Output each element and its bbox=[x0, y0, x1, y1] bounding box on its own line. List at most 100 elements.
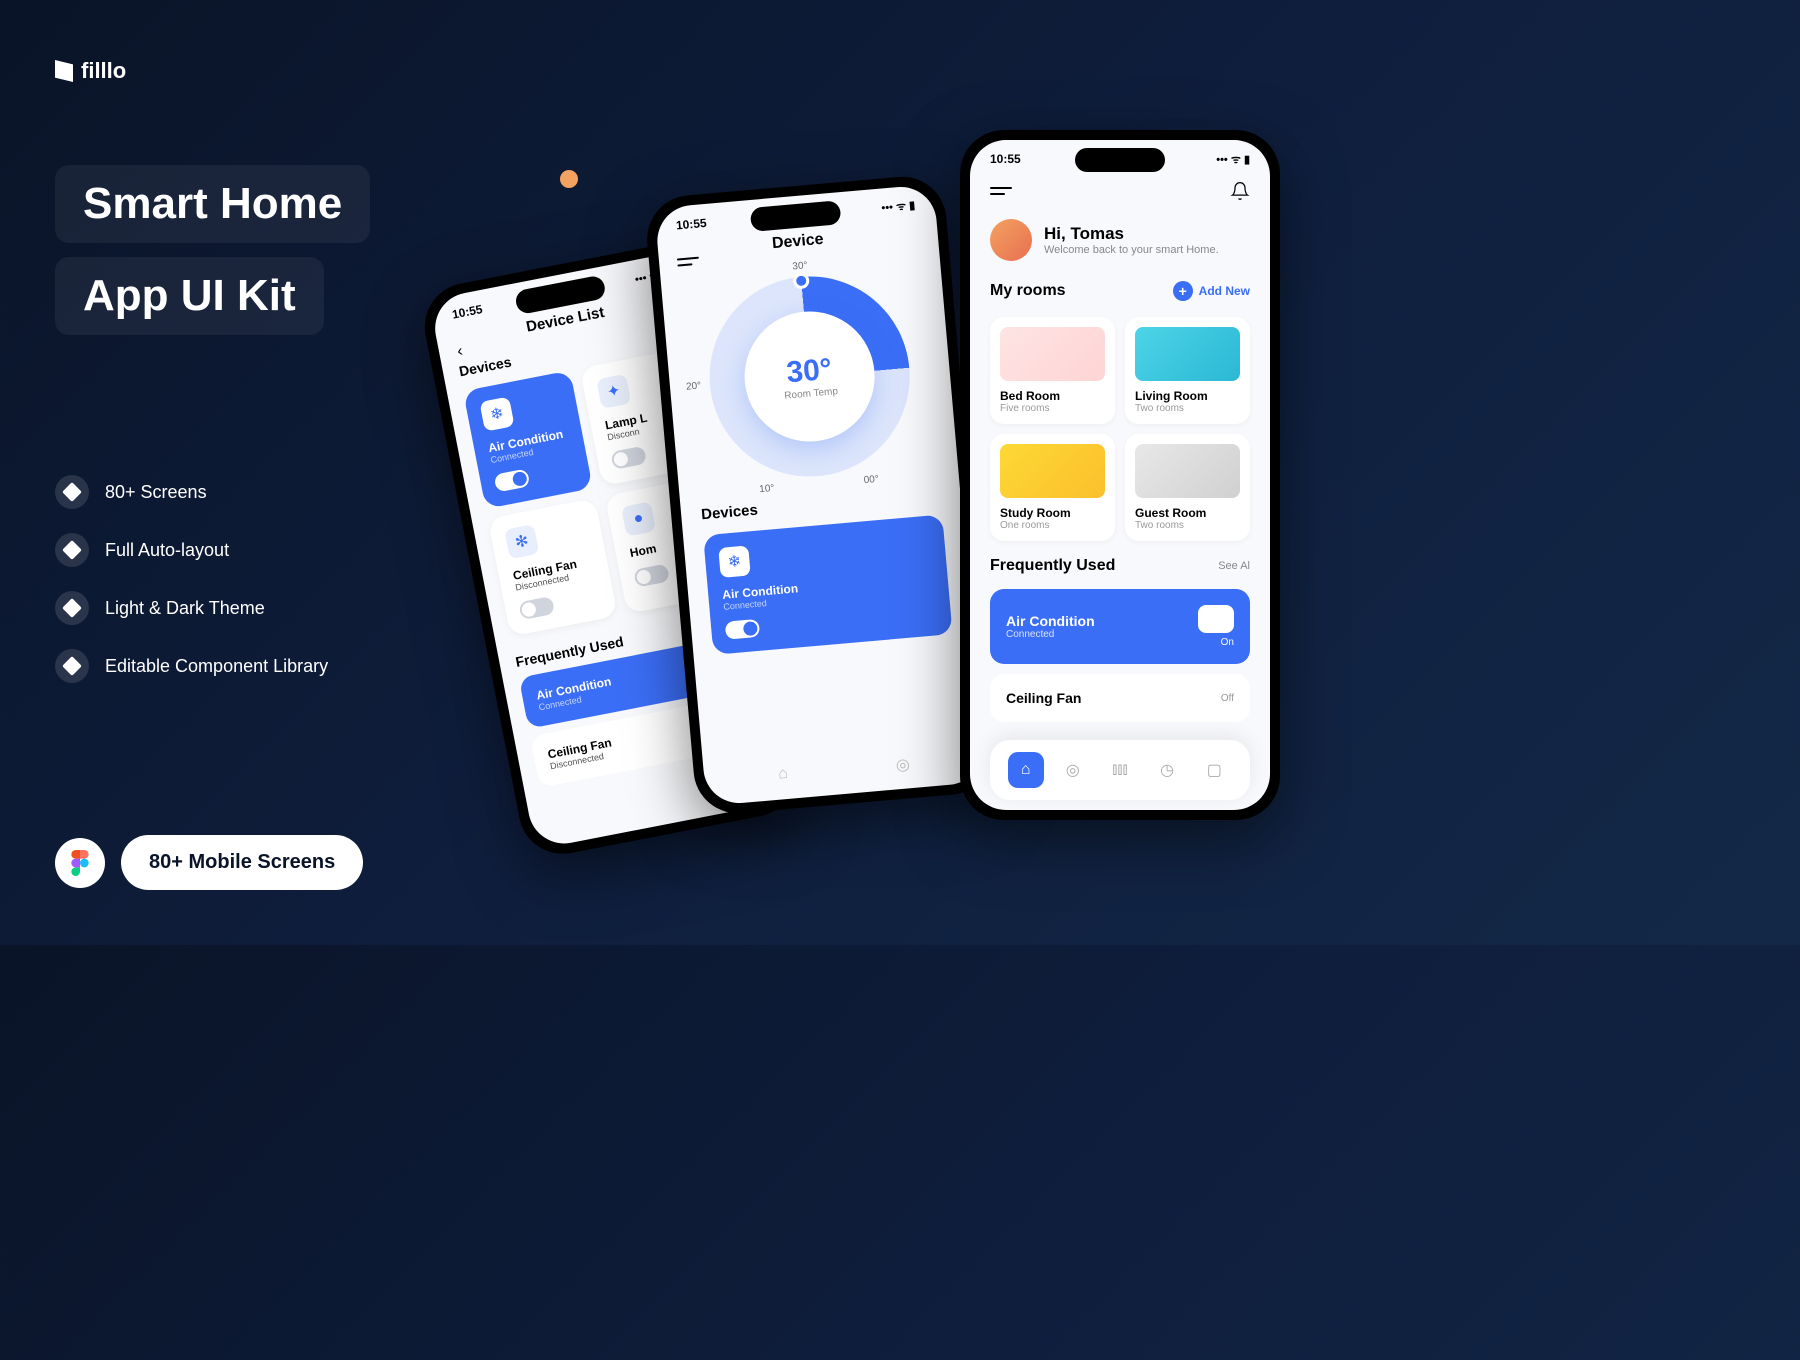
freq-list: Air ConditionConnected On Ceiling Fan Of… bbox=[970, 581, 1270, 740]
lamp-icon: ✦ bbox=[596, 374, 631, 409]
room-sub: Five rooms bbox=[1000, 403, 1105, 414]
menu-button[interactable] bbox=[990, 183, 1012, 199]
nav-timer[interactable]: ◷ bbox=[1149, 752, 1185, 788]
room-card[interactable]: Living RoomTwo rooms bbox=[1125, 317, 1250, 424]
nav-stats[interactable]: ⫾⫾⫾ bbox=[1102, 752, 1138, 788]
headline-line1: Smart Home bbox=[55, 165, 370, 243]
nav-bar: ⌂ ◎ ⫾⫾⫾ ◷ ▢ bbox=[990, 740, 1250, 800]
greeting-row: Hi, TomasWelcome back to your smart Home… bbox=[970, 211, 1270, 275]
nav-cast[interactable]: ◎ bbox=[1055, 752, 1091, 788]
status-icons: ••• ᯤ ▮ bbox=[881, 198, 916, 216]
cta-row: 80+ Mobile Screens bbox=[55, 835, 363, 890]
headline: Smart Home App UI Kit bbox=[55, 165, 370, 349]
brand-logo: filllo bbox=[55, 58, 126, 84]
room-sub: Two rooms bbox=[1135, 403, 1240, 414]
diamond-icon bbox=[55, 591, 89, 625]
room-image bbox=[1135, 327, 1240, 381]
freq-item[interactable]: Ceiling Fan Off bbox=[990, 674, 1250, 722]
see-all-link[interactable]: See Al bbox=[1218, 560, 1250, 572]
freq-item[interactable]: Air ConditionConnected On bbox=[990, 589, 1250, 664]
ac-icon: ❄ bbox=[718, 545, 751, 578]
nav-home[interactable]: ⌂ bbox=[1008, 752, 1044, 788]
device-icon: ● bbox=[621, 501, 656, 536]
room-card[interactable]: Guest RoomTwo rooms bbox=[1125, 434, 1250, 541]
feature-label: Full Auto-layout bbox=[105, 540, 229, 561]
cta-pill: 80+ Mobile Screens bbox=[121, 835, 363, 890]
phone-device-detail: 10:55••• ᯤ ▮ Device 30° 20° 10° 00° 30°R… bbox=[644, 173, 997, 817]
temp-value: 30° bbox=[785, 352, 833, 390]
dial-tick: 00° bbox=[863, 474, 879, 486]
nav-home-icon[interactable]: ⌂ bbox=[778, 765, 789, 786]
temperature-dial[interactable]: 30° 20° 10° 00° 30°Room Temp bbox=[701, 268, 918, 485]
plus-icon: + bbox=[1173, 281, 1193, 301]
toggle[interactable] bbox=[494, 468, 531, 492]
add-new-button[interactable]: + Add New bbox=[1173, 281, 1250, 301]
freq-toggle[interactable] bbox=[1198, 605, 1234, 633]
greeting: Hi, Tomas bbox=[1044, 224, 1219, 244]
figma-badge bbox=[55, 838, 105, 888]
freq-name: Air Condition bbox=[1006, 613, 1095, 629]
diamond-icon bbox=[55, 475, 89, 509]
toggle[interactable] bbox=[725, 619, 760, 640]
room-name: Living Room bbox=[1135, 389, 1240, 403]
notch bbox=[1075, 148, 1165, 172]
logo-mark bbox=[55, 60, 73, 82]
status-time: 10:55 bbox=[675, 216, 707, 234]
device-card[interactable]: ✻Ceiling FanDisconnected bbox=[488, 498, 618, 637]
freq-state: Off bbox=[1221, 693, 1234, 704]
feature-label: Editable Component Library bbox=[105, 656, 328, 677]
feature-item: Full Auto-layout bbox=[55, 533, 328, 567]
nav-icon[interactable]: ◎ bbox=[895, 754, 911, 775]
accent-dot bbox=[560, 170, 578, 188]
notification-icon[interactable] bbox=[1230, 181, 1250, 201]
room-name: Bed Room bbox=[1000, 389, 1105, 403]
room-sub: One rooms bbox=[1000, 520, 1105, 531]
status-time: 10:55 bbox=[990, 152, 1021, 167]
dial-tick: 30° bbox=[792, 260, 808, 272]
add-new-label: Add New bbox=[1199, 284, 1250, 298]
device-card[interactable]: ❄Air ConditionConnected bbox=[463, 370, 593, 509]
room-name: Guest Room bbox=[1135, 506, 1240, 520]
room-name: Study Room bbox=[1000, 506, 1105, 520]
toggle[interactable] bbox=[610, 446, 647, 470]
feature-item: Light & Dark Theme bbox=[55, 591, 328, 625]
freq-name: Ceiling Fan bbox=[1006, 690, 1081, 706]
status-time: 10:55 bbox=[451, 302, 484, 323]
rooms-grid: Bed RoomFive rooms Living RoomTwo rooms … bbox=[970, 307, 1270, 551]
figma-icon bbox=[71, 850, 89, 876]
section-title: Frequently Used bbox=[990, 557, 1115, 575]
freq-state: On bbox=[1198, 637, 1234, 648]
nav-bar: ⌂◎ bbox=[724, 750, 965, 791]
toggle[interactable] bbox=[518, 596, 555, 620]
fan-icon: ✻ bbox=[504, 524, 539, 559]
dial-tick: 10° bbox=[759, 483, 775, 495]
room-image bbox=[1000, 444, 1105, 498]
room-card[interactable]: Study RoomOne rooms bbox=[990, 434, 1115, 541]
room-card[interactable]: Bed RoomFive rooms bbox=[990, 317, 1115, 424]
room-sub: Two rooms bbox=[1135, 520, 1240, 531]
header bbox=[970, 171, 1270, 211]
feature-label: 80+ Screens bbox=[105, 482, 207, 503]
status-icons: ••• ᯤ ▮ bbox=[1216, 152, 1250, 167]
brand-name: filllo bbox=[81, 58, 126, 84]
feature-list: 80+ Screens Full Auto-layout Light & Dar… bbox=[55, 475, 328, 683]
diamond-icon bbox=[55, 649, 89, 683]
phone-home: 10:55 ••• ᯤ ▮ Hi, TomasWelcome back to yo… bbox=[960, 130, 1280, 820]
ac-icon: ❄ bbox=[479, 396, 514, 431]
menu-button[interactable] bbox=[677, 253, 700, 271]
room-image bbox=[1000, 327, 1105, 381]
feature-item: 80+ Screens bbox=[55, 475, 328, 509]
headline-line2: App UI Kit bbox=[55, 257, 324, 335]
sub-greeting: Welcome back to your smart Home. bbox=[1044, 244, 1219, 256]
diamond-icon bbox=[55, 533, 89, 567]
nav-more[interactable]: ▢ bbox=[1196, 752, 1232, 788]
room-image bbox=[1135, 444, 1240, 498]
section-row: My rooms + Add New bbox=[970, 275, 1270, 307]
section-row: Frequently Used See Al bbox=[970, 551, 1270, 581]
avatar[interactable] bbox=[990, 219, 1032, 261]
feature-item: Editable Component Library bbox=[55, 649, 328, 683]
section-title: My rooms bbox=[990, 282, 1066, 300]
device-card[interactable]: ❄Air ConditionConnected bbox=[703, 514, 953, 654]
toggle[interactable] bbox=[633, 563, 670, 587]
dial-tick: 20° bbox=[686, 380, 702, 392]
